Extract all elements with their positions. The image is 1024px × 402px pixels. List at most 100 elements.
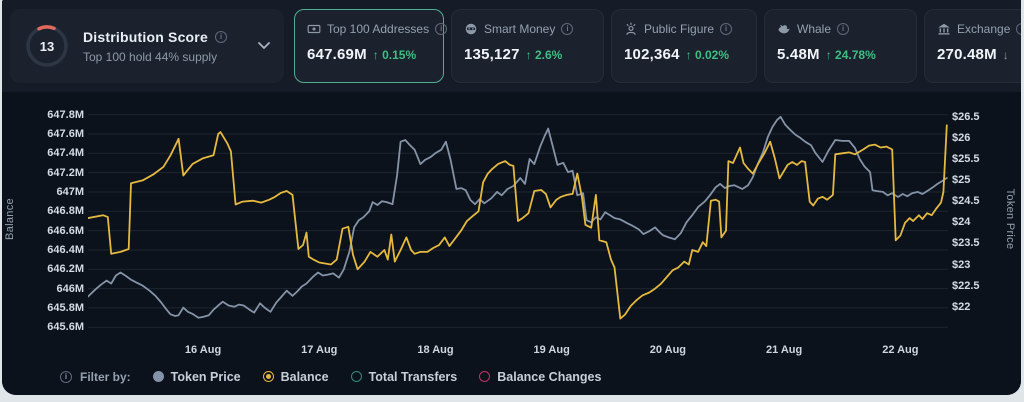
right-axis-tick: $25 (952, 174, 971, 187)
distribution-score-title: Distribution Score (83, 28, 208, 45)
x-axis-tick: 20 Aug (649, 344, 687, 356)
balance-line (88, 124, 948, 320)
right-axis-tick: $22.5 (952, 279, 980, 292)
x-axis-tick: 17 Aug (301, 344, 338, 356)
card-change: ↓ (1002, 48, 1009, 62)
card-title: Smart Money (484, 22, 556, 36)
left-axis-tick: 646M (56, 282, 84, 295)
left-axis-title: Balance (4, 198, 16, 240)
card-whale[interactable]: Whale 5.48M ↑ 24.78% (764, 9, 917, 83)
card-value-row: 647.69M ↑ 0.15% (307, 46, 431, 63)
card-label-row: Exchange (937, 22, 1021, 36)
card-value-row: 102,364 ↑ 0.02% (624, 46, 744, 63)
banknote-icon (307, 22, 321, 36)
legend-marker-selected-icon (262, 371, 274, 382)
card-title: Exchange (957, 22, 1011, 36)
legend-item-balance[interactable]: Balance (262, 369, 329, 384)
info-icon[interactable] (435, 23, 448, 35)
legend-item-balance-changes[interactable]: Balance Changes (479, 370, 601, 384)
left-axis-tick: 647.4M (47, 147, 84, 160)
card-exchange[interactable]: Exchange 270.48M ↓ (924, 9, 1021, 83)
right-axis-tick: $26.5 (952, 110, 980, 123)
x-axis-tick: 18 Aug (417, 344, 454, 356)
line-chart-plot[interactable] (88, 105, 948, 335)
right-axis-tick: $22 (952, 300, 971, 313)
right-axis-tick: $23 (952, 258, 971, 271)
card-change: ↑ 0.15% (372, 48, 417, 62)
card-change: ↑ 24.78% (825, 48, 876, 62)
left-axis-tick: 646.4M (47, 243, 84, 256)
card-value-row: 135,127 ↑ 2.6% (464, 46, 591, 63)
distribution-score-text: Distribution Score Top 100 hold 44% supp… (83, 29, 245, 64)
card-title: Public Figure (644, 22, 715, 36)
info-icon[interactable] (720, 23, 733, 35)
card-top-100-addresses[interactable]: Top 100 Addresses 647.69M ↑ 0.15% (294, 9, 448, 83)
legend-bar: Filter by: Token Price Balance Total Trans… (2, 358, 1021, 395)
legend-item-total-transfers[interactable]: Total Transfers (350, 369, 458, 384)
metric-cards: Top 100 Addresses 647.69M ↑ 0.15% Smart Mon… (294, 9, 1021, 83)
legend-item-label: Balance (280, 369, 329, 384)
card-smart-money[interactable]: Smart Money 135,127 ↑ 2.6% (451, 9, 604, 83)
distribution-score-panel[interactable]: 13 Distribution Score Top 100 hold 44% s… (10, 9, 284, 83)
right-axis-tick: $25.5 (952, 153, 980, 166)
card-value: 135,127 (464, 46, 520, 63)
right-axis-tick: $24 (952, 216, 971, 229)
info-icon[interactable] (837, 23, 850, 35)
right-axis-tick: $23.5 (952, 237, 980, 250)
legend-item-token-price[interactable]: Token Price (152, 369, 241, 384)
card-value: 102,364 (624, 46, 680, 63)
right-axis-tick: $24.5 (952, 195, 980, 208)
legend-marker-hollow-icon (350, 371, 362, 382)
left-axis-tick: 647.2M (47, 166, 84, 179)
card-value-row: 270.48M ↓ (937, 46, 1021, 63)
left-axis-tick: 645.8M (47, 301, 84, 314)
left-axis-tick: 647.6M (47, 127, 84, 140)
left-axis-tick: 646.8M (47, 205, 84, 218)
legend-marker-hollow-icon (479, 371, 491, 382)
x-axis-tick: 21 Aug (765, 344, 803, 356)
distribution-score-subtitle: Top 100 hold 44% supply (83, 49, 218, 64)
top-bar: 13 Distribution Score Top 100 hold 44% s… (2, 0, 1021, 92)
chart-panel: Balance Token Price 647.8M 647.6M 647.4M 64… (2, 92, 1021, 358)
card-change: ↑ 2.6% (525, 48, 563, 62)
x-axis-tick: 19 Aug (533, 344, 570, 356)
card-title: Top 100 Addresses (327, 22, 430, 36)
legend-item-label: Balance Changes (497, 369, 602, 384)
legend-item-label: Token Price (170, 369, 241, 384)
distribution-score-value: 13 (39, 38, 55, 54)
x-axis-tick: 16 Aug (184, 344, 222, 356)
card-label-row: Whale (777, 22, 904, 36)
card-value: 647.69M (307, 46, 367, 63)
card-label-row: Public Figure (624, 22, 744, 36)
public-figure-icon (624, 22, 638, 36)
x-axis-tick: 22 Aug (882, 344, 919, 356)
right-axis-tick: $26 (952, 131, 971, 144)
card-title: Whale (797, 22, 832, 36)
card-value-row: 5.48M ↑ 24.78% (777, 46, 904, 63)
bank-icon (937, 22, 951, 36)
left-axis-tick: 645.6M (47, 321, 84, 334)
info-icon[interactable] (60, 370, 72, 383)
card-change: ↑ 0.02% (685, 48, 729, 62)
left-axis-tick: 647M (56, 185, 84, 198)
legend-marker-dot (265, 374, 271, 379)
legend-marker-filled-icon (152, 371, 164, 382)
card-public-figure[interactable]: Public Figure 102,364 ↑ 0.02% (611, 9, 757, 83)
left-axis-tick: 646.6M (47, 224, 84, 237)
chevron-down-icon[interactable] (258, 42, 270, 50)
info-icon[interactable] (1016, 23, 1021, 35)
distribution-score-gauge: 13 (24, 23, 70, 69)
right-axis-title: Token Price (1004, 188, 1016, 250)
legend-item-label: Total Transfers (368, 369, 458, 384)
card-value: 270.48M (937, 46, 997, 63)
filter-by-label: Filter by: (60, 370, 131, 384)
info-icon[interactable] (214, 30, 227, 43)
left-axis-tick: 646.2M (47, 263, 84, 276)
left-axis-tick: 647.8M (47, 108, 84, 121)
card-label-row: Top 100 Addresses (307, 22, 448, 36)
info-icon[interactable] (561, 23, 574, 35)
card-label-row: Smart Money (464, 22, 591, 36)
whale-icon (777, 22, 791, 36)
incognito-mask-icon (464, 22, 478, 36)
token-analytics-widget: 13 Distribution Score Top 100 hold 44% s… (2, 0, 1021, 395)
